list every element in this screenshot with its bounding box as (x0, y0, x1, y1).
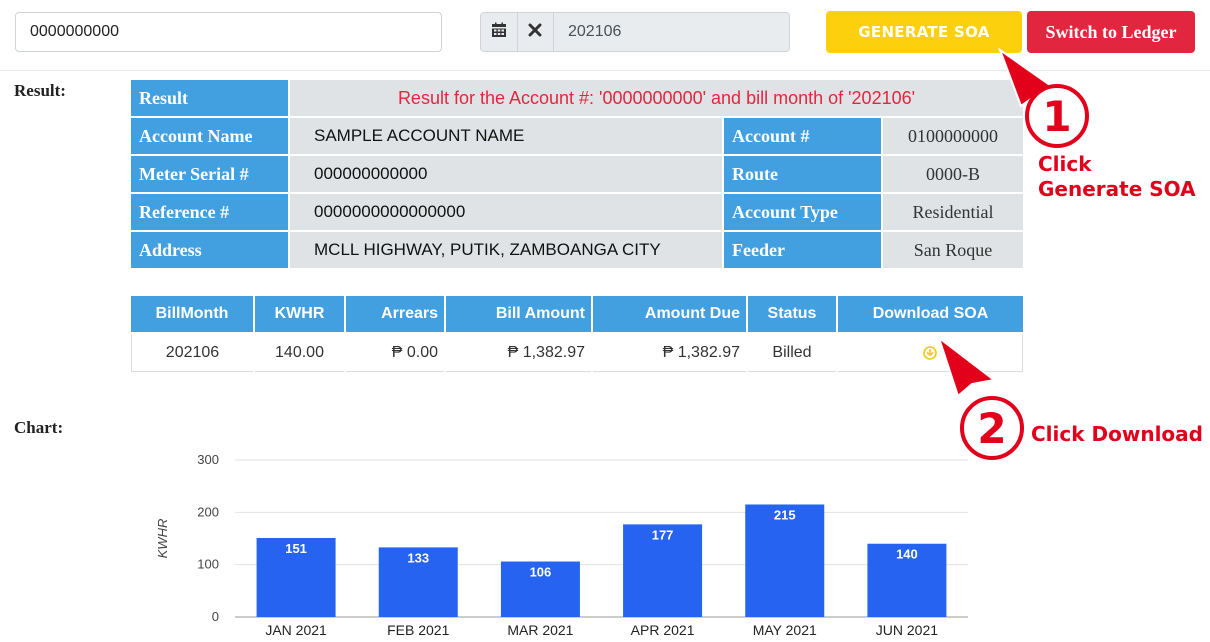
kwhr-bar-chart: 0 100 200 300 KWHR 151 JAN 2021 133 FEB 2021 106 M… (155, 452, 968, 638)
bar-value-label: 177 (652, 527, 674, 542)
bar-value-label: 215 (774, 507, 796, 522)
x-tick-label: FEB 2021 (387, 622, 449, 638)
x-tick-label: JAN 2021 (265, 622, 327, 638)
x-tick-label: MAY 2021 (753, 622, 817, 638)
bar-value-label: 151 (285, 541, 307, 556)
y-axis-label: KWHR (155, 519, 170, 559)
y-tick-label: 300 (197, 452, 219, 467)
bar-value-label: 106 (530, 565, 552, 580)
x-tick-label: APR 2021 (631, 622, 695, 638)
y-tick-label: 0 (212, 609, 219, 624)
y-tick-label: 200 (197, 504, 219, 519)
y-tick-label: 100 (197, 557, 219, 572)
x-tick-label: MAR 2021 (507, 622, 573, 638)
bar-value-label: 133 (407, 550, 429, 565)
bar-value-label: 140 (896, 547, 918, 562)
x-tick-label: JUN 2021 (876, 622, 938, 638)
